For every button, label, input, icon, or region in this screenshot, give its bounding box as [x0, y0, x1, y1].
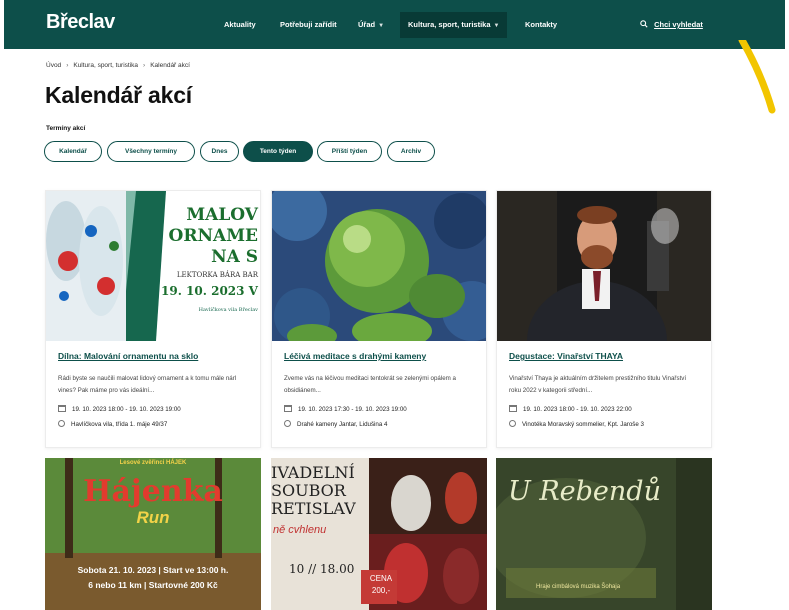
- search-button[interactable]: Chci vyhledat: [640, 15, 703, 35]
- event-image: [272, 191, 486, 341]
- event-card[interactable]: Léčivá meditace s drahými kameny Zveme v…: [271, 190, 487, 448]
- event-card[interactable]: IVADELNÍ SOUBOR RETISLAV ně cvhlenu 10 /…: [271, 458, 487, 610]
- search-icon: [640, 20, 648, 28]
- filter-kalendar[interactable]: Kalendář: [44, 141, 102, 162]
- event-image-caption: 10 // 18.00: [289, 562, 355, 576]
- event-image-caption: MALOV ORNAME NA S LEKTORKA BÁRA BAR 19. …: [161, 205, 258, 313]
- event-place: Vinotéka Moravský sommelier, Kpt. Jaroše…: [509, 419, 699, 430]
- decorative-arc: [732, 40, 782, 115]
- filter-archiv[interactable]: Archiv: [387, 141, 435, 162]
- calendar-icon: [284, 405, 292, 412]
- filter-vsechny-terminy[interactable]: Všechny termíny: [107, 141, 195, 162]
- nav-label: Aktuality: [224, 20, 256, 29]
- nav-label: Úřad: [358, 20, 376, 29]
- event-image-caption: Lesové zvěřinci HÁJEK: [119, 460, 187, 466]
- event-image-caption: 6 nebo 11 km | Startovné 200 Kč: [88, 580, 218, 590]
- event-description: Zveme vás na léčivou meditaci tentokrát …: [284, 375, 456, 394]
- filter-pristi-tyden[interactable]: Příští týden: [317, 141, 382, 162]
- event-image-caption: Sobota 21. 10. 2023 | Start ve 13:00 h.: [77, 565, 229, 575]
- event-date: 19. 10. 2023 18:00 - 19. 10. 2023 19:00: [58, 404, 248, 415]
- event-title[interactable]: Dílna: Malování ornamentu na sklo: [58, 351, 248, 361]
- event-image-caption: IVADELNÍ SOUBOR RETISLAV: [271, 463, 356, 518]
- calendar-icon: [58, 405, 66, 412]
- event-date: 19. 10. 2023 18:00 - 19. 10. 2023 22:00: [509, 404, 699, 415]
- filter-tento-tyden[interactable]: Tento týden: [243, 141, 313, 162]
- nav-label: Kultura, sport, turistika: [408, 20, 491, 29]
- breadcrumb-link-home[interactable]: Úvod: [46, 62, 61, 69]
- event-card[interactable]: U Rebendů Hraje cimbálová muzika Šohaja: [496, 458, 712, 610]
- breadcrumb: Úvod › Kultura, sport, turistika › Kalendář …: [46, 62, 190, 69]
- event-description: Vinařství Thaya je aktuálním držitelem p…: [509, 375, 687, 394]
- event-image-caption: CENA: [369, 574, 393, 583]
- event-description: Rádi byste se naučili malovat lidový orn…: [58, 375, 237, 394]
- site-header: Břeclav Aktuality Potřebuji zařídit Úřad…: [4, 0, 785, 49]
- event-card[interactable]: MALOV ORNAME NA S LEKTORKA BÁRA BAR 19. …: [45, 190, 261, 448]
- site-logo[interactable]: Břeclav: [46, 11, 115, 34]
- location-icon: [58, 420, 65, 427]
- nav-item-kontakty[interactable]: Kontakty: [525, 15, 557, 35]
- calendar-icon: [509, 405, 517, 412]
- event-date: 19. 10. 2023 17:30 - 19. 10. 2023 19:00: [284, 404, 474, 415]
- search-label: Chci vyhledat: [654, 20, 703, 29]
- chevron-down-icon: ▼: [493, 23, 500, 29]
- event-image-caption: 200,-: [371, 586, 391, 595]
- nav-item-urad[interactable]: Úřad ▼: [358, 15, 384, 35]
- event-image-caption: ně cvhlenu: [273, 524, 327, 536]
- chevron-down-icon: ▼: [378, 23, 385, 29]
- location-icon: [509, 420, 516, 427]
- event-image-caption: Hájenka: [83, 474, 223, 509]
- filter-label: Termíny akcí: [46, 125, 86, 132]
- nav-label: Potřebuji zařídit: [280, 20, 337, 29]
- event-image: [497, 191, 711, 341]
- event-place: Havlíčkova vila, třída 1. máje 49/37: [58, 419, 248, 430]
- nav-item-kultura[interactable]: Kultura, sport, turistika ▼: [400, 12, 508, 38]
- location-icon: [284, 420, 291, 427]
- event-card[interactable]: Lesové zvěřinci HÁJEK Hájenka Run Sobota…: [45, 458, 261, 610]
- event-title[interactable]: Léčivá meditace s drahými kameny: [284, 351, 474, 361]
- event-image-caption: Run: [136, 508, 170, 527]
- nav-label: Kontakty: [525, 20, 558, 29]
- breadcrumb-current: Kalendář akcí: [150, 62, 190, 69]
- page-title: Kalendář akcí: [45, 82, 192, 108]
- nav-item-aktuality[interactable]: Aktuality: [224, 15, 256, 35]
- breadcrumb-link-kultura[interactable]: Kultura, sport, turistika: [73, 62, 138, 69]
- filter-dnes[interactable]: Dnes: [200, 141, 239, 162]
- event-image: MALOV ORNAME NA S LEKTORKA BÁRA BAR 19. …: [46, 191, 260, 341]
- event-image-caption: U Rebendů: [508, 476, 661, 507]
- nav-item-potrebuji-zaridit[interactable]: Potřebuji zařídit: [280, 15, 337, 35]
- event-title[interactable]: Degustace: Vinařství THAYA: [509, 351, 699, 361]
- event-image-caption: Hraje cimbálová muzika Šohaja: [536, 584, 621, 590]
- event-card[interactable]: Degustace: Vinařství THAYA Vinařství Tha…: [496, 190, 712, 448]
- event-place: Drahé kameny Jantar, Lidušina 4: [284, 419, 474, 430]
